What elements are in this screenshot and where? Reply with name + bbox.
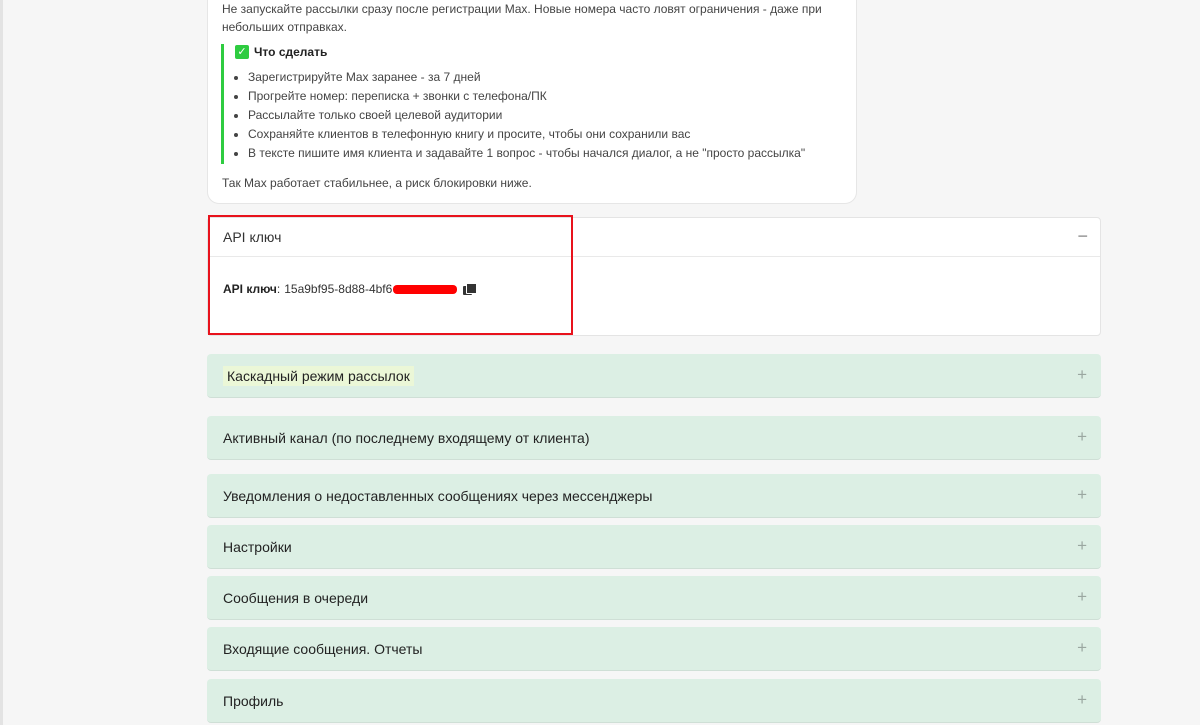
list-item: Рассылайте только своей целевой аудитори… (248, 106, 831, 125)
api-key-separator: : (276, 282, 281, 296)
callout-title-text: Что сделать (254, 45, 328, 59)
list-item: В тексте пишите имя клиента и задавайте … (248, 144, 831, 163)
api-key-value[interactable]: 15a9bf95-8d88-4bf6 (284, 282, 392, 296)
list-item: Прогрейте номер: переписка + звонки с те… (248, 87, 831, 106)
accordion-label: Каскадный режим рассылок (223, 366, 414, 386)
check-square-icon: ✓ (235, 45, 249, 59)
plus-icon[interactable]: + (1077, 485, 1087, 505)
api-key-panel-header[interactable]: API ключ − (208, 218, 1100, 257)
accordion-label: Активный канал (по последнему входящему … (223, 430, 590, 446)
accordion-undelivered-notifications[interactable]: Уведомления о недоставленных сообщениях … (207, 474, 1101, 518)
info-intro-text: Не запускайте рассылки сразу после регис… (222, 2, 822, 34)
info-outro-text: Так Max работает стабильнее, а риск блок… (222, 176, 532, 190)
list-item: Сохраняйте клиентов в телефонную книгу и… (248, 125, 831, 144)
plus-icon[interactable]: + (1077, 427, 1087, 447)
plus-icon[interactable]: + (1077, 690, 1087, 710)
accordion-label: Уведомления о недоставленных сообщениях … (223, 488, 653, 504)
accordion-settings[interactable]: Настройки + (207, 525, 1101, 569)
accordion-incoming-reports[interactable]: Входящие сообщения. Отчеты + (207, 627, 1101, 671)
warning-info-card: Не запускайте рассылки сразу после регис… (207, 0, 857, 204)
accordion-queued-messages[interactable]: Сообщения в очереди + (207, 576, 1101, 620)
accordion-label: Профиль (223, 693, 284, 709)
todo-list: Зарегистрируйте Max заранее - за 7 дней … (235, 68, 831, 163)
plus-icon[interactable]: + (1077, 638, 1087, 658)
plus-icon[interactable]: + (1077, 587, 1087, 607)
accordion-label: Сообщения в очереди (223, 590, 369, 606)
callout-title: ✓ Что сделать (235, 44, 831, 60)
todo-callout: ✓ Что сделать Зарегистрируйте Max заране… (221, 44, 831, 164)
accordion-active-channel[interactable]: Активный канал (по последнему входящему … (207, 416, 1101, 460)
redaction-mark (393, 284, 458, 294)
api-key-label: API ключ (223, 282, 277, 296)
accordion-label: Входящие сообщения. Отчеты (223, 641, 423, 657)
left-gutter (0, 0, 3, 725)
api-key-panel: API ключ − API ключ: 15a9bf95-8d88-4bf6 (207, 217, 1101, 336)
accordion-cascade-mode[interactable]: Каскадный режим рассылок + (207, 354, 1101, 398)
api-key-row: API ключ: 15a9bf95-8d88-4bf6 (223, 282, 478, 296)
plus-icon[interactable]: + (1077, 536, 1087, 556)
list-item: Зарегистрируйте Max заранее - за 7 дней (248, 68, 831, 87)
minus-icon[interactable]: − (1077, 226, 1088, 247)
accordion-label: Настройки (223, 539, 292, 555)
copy-icon[interactable] (463, 282, 478, 296)
accordion-profile[interactable]: Профиль + (207, 679, 1101, 723)
api-key-panel-title: API ключ (223, 229, 282, 245)
plus-icon[interactable]: + (1077, 365, 1087, 385)
